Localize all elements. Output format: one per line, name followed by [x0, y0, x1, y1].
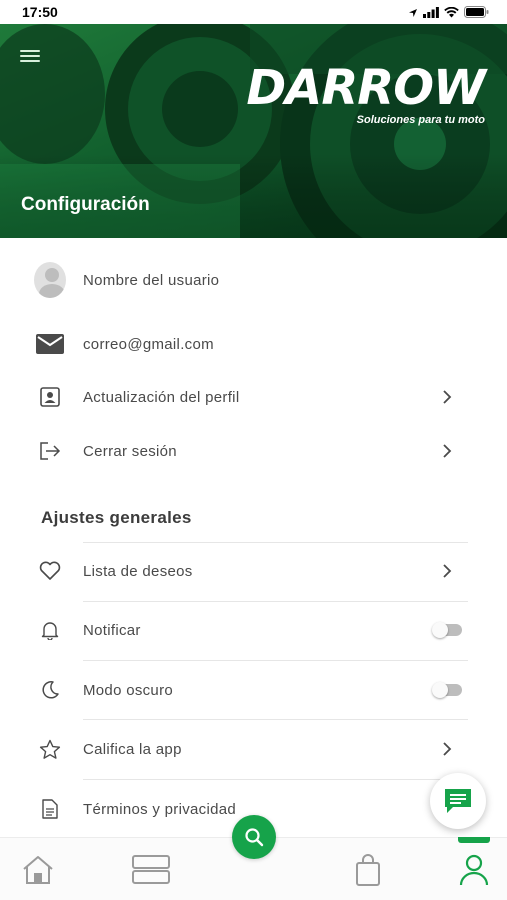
divider	[83, 779, 468, 780]
profile-icon	[459, 854, 489, 886]
battery-icon	[464, 5, 489, 23]
divider	[83, 660, 468, 661]
signal-icon	[423, 5, 439, 23]
search-button[interactable]	[232, 815, 276, 859]
brand-logo: DARROW Soluciones para tu moto	[246, 60, 486, 126]
chevron-right-icon	[443, 742, 452, 756]
moon-icon	[34, 674, 66, 706]
notify-label: Notificar	[83, 621, 141, 639]
nav-home[interactable]	[18, 852, 58, 888]
nav-profile[interactable]	[454, 852, 494, 888]
header-banner: DARROW Soluciones para tu moto Configura…	[0, 24, 507, 238]
status-bar: 17:50	[0, 0, 507, 24]
home-icon	[23, 856, 53, 884]
notify-row: Notificar	[0, 605, 507, 655]
profile-card-icon	[34, 381, 66, 413]
divider	[83, 542, 468, 543]
terms-label: Términos y privacidad	[83, 800, 237, 818]
section-title-general: Ajustes generales	[41, 508, 192, 527]
profile-email-row: correo@gmail.com	[0, 319, 507, 369]
nav-bag[interactable]	[348, 852, 388, 888]
wishlist-row[interactable]: Lista de deseos	[0, 546, 507, 596]
active-tab-indicator	[458, 837, 490, 843]
brand-name: DARROW	[246, 60, 486, 116]
logout-row[interactable]: Cerrar sesión	[0, 426, 507, 476]
chat-icon	[445, 789, 471, 813]
update-profile-row[interactable]: Actualización del perfil	[0, 372, 507, 422]
avatar	[34, 262, 66, 298]
search-icon	[245, 828, 264, 847]
star-icon	[34, 733, 66, 765]
email-text: correo@gmail.com	[83, 335, 214, 353]
bell-icon	[34, 614, 66, 646]
notify-toggle[interactable]	[432, 622, 462, 638]
dark-mode-toggle[interactable]	[432, 682, 462, 698]
divider	[83, 601, 468, 602]
status-icons	[408, 5, 489, 23]
rate-app-row[interactable]: Califica la app	[0, 724, 507, 774]
wishlist-label: Lista de deseos	[83, 562, 193, 580]
catalog-icon	[132, 855, 170, 884]
document-icon	[34, 793, 66, 825]
mail-icon	[34, 328, 66, 360]
page-title: Configuración	[21, 194, 150, 215]
divider	[83, 719, 468, 720]
profile-username-row: Nombre del usuario	[0, 255, 507, 305]
rate-app-label: Califica la app	[83, 740, 182, 758]
chevron-right-icon	[443, 564, 452, 578]
dark-mode-label: Modo oscuro	[83, 681, 174, 699]
chat-button[interactable]	[430, 773, 486, 829]
status-time: 17:50	[22, 4, 58, 20]
dark-mode-row: Modo oscuro	[0, 665, 507, 715]
logout-label: Cerrar sesión	[83, 442, 177, 460]
chevron-right-icon	[443, 390, 452, 404]
heart-icon	[34, 555, 66, 587]
nav-catalog[interactable]	[131, 852, 171, 888]
menu-icon[interactable]	[20, 50, 40, 64]
update-profile-label: Actualización del perfil	[83, 388, 240, 406]
chevron-right-icon	[443, 444, 452, 458]
logout-icon	[34, 435, 66, 467]
bag-icon	[356, 854, 380, 886]
location-icon	[408, 5, 418, 23]
wifi-icon	[444, 5, 459, 23]
username-text: Nombre del usuario	[83, 271, 220, 289]
